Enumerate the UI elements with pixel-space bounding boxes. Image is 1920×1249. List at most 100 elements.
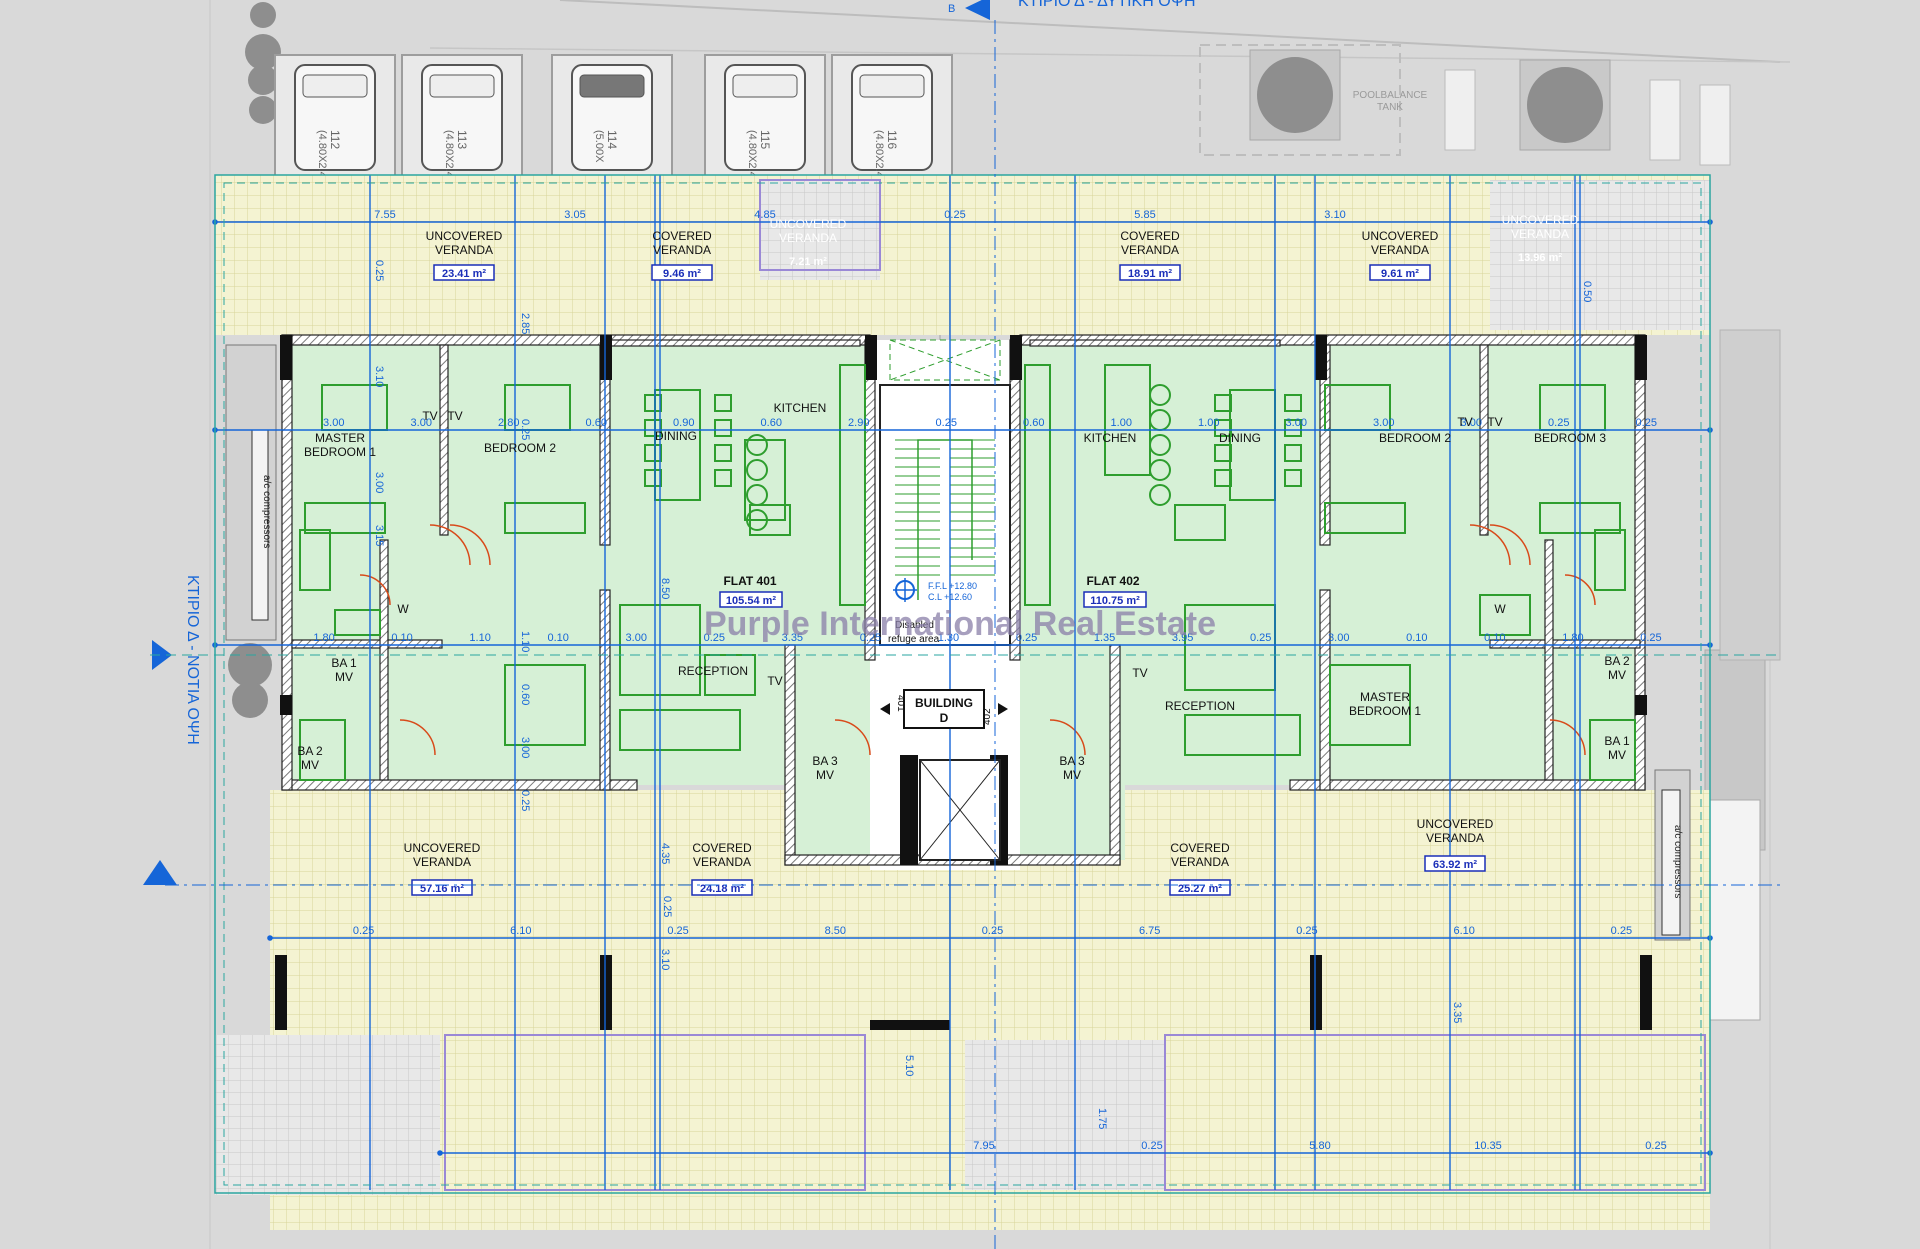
dim-label-top: 0.25	[944, 209, 965, 221]
dim-label-mid: 0.60	[586, 417, 607, 429]
dim-label-mid: 3.00	[323, 417, 344, 429]
parking-number: 115	[758, 130, 772, 149]
car-windshield	[859, 74, 925, 98]
dim-label-mid: 2.80	[498, 417, 519, 429]
dim-label-vertical: 3.35	[1451, 1002, 1463, 1023]
tv-label: TV	[447, 409, 462, 423]
dim-label-low: 6.10	[1453, 925, 1474, 937]
dim-label-bottom: 7.95	[973, 1140, 994, 1152]
dim-label-mid: 2.90	[848, 417, 869, 429]
dim-label-low: 0.25	[1296, 925, 1317, 937]
car-windshield	[302, 74, 368, 98]
veranda-area-top: 9.46 m²	[663, 268, 701, 280]
dim-label-mid: 3.00	[1373, 417, 1394, 429]
dim-label-reception: 0.10	[547, 632, 568, 644]
parking-size: (4.80X2.4	[443, 130, 455, 178]
dim-label-mid: 1.00	[1111, 417, 1132, 429]
tv-label: TV	[1457, 415, 1472, 429]
dim-label-mid: 0.60	[1023, 417, 1044, 429]
dim-label-vertical: 4.35	[659, 843, 671, 864]
veranda-type-bottom: COVERED VERANDA	[692, 841, 752, 869]
ac-label-right: a/c compressors	[1672, 825, 1683, 898]
dim-label-mid: 0.25	[1636, 417, 1657, 429]
room-label-flat402: BEDROOM 2	[1379, 431, 1451, 445]
veranda-area-top: 13.96 m²	[1518, 252, 1562, 264]
dim-label-vertical: 0.25	[519, 419, 531, 440]
dim-label-mid: 3.00	[1286, 417, 1307, 429]
dim-label-low: 6.75	[1139, 925, 1160, 937]
veranda-area-top: 7.21 m²	[789, 256, 827, 268]
dim-label-vertical: 1.75	[1096, 1108, 1108, 1129]
dim-label-reception: 1.80	[313, 632, 334, 644]
veranda-area-top: 23.41 m²	[442, 268, 486, 280]
dim-label-top: 3.10	[1324, 209, 1345, 221]
dim-label-mid: 0.60	[761, 417, 782, 429]
floor-plan: POOLBALANCE TANK 112(4.80X2.4 113(4.80X2.4…	[143, 0, 1791, 1249]
section-arrow-icon	[965, 0, 990, 20]
room-label-flat401: BEDROOM 2	[484, 441, 556, 455]
section-arrow-icon	[143, 860, 177, 885]
parking-size: (4.80X2.4	[316, 130, 328, 178]
parking-size: (5.00X	[593, 130, 605, 163]
building-label: BUILDING	[915, 696, 973, 710]
veranda-type-top: UNCOVERED VERANDA	[1502, 213, 1579, 241]
parking-size: (4.80X2.4	[873, 130, 885, 178]
level-cl: C.L +12.60	[928, 592, 972, 602]
dim-label-vertical: 0.25	[373, 260, 385, 281]
veranda-type-top: COVERED VERANDA	[652, 229, 712, 257]
parking-number: 113	[455, 130, 469, 149]
tv-label: TV	[1132, 666, 1147, 680]
watermark: Purple International Real Estate	[704, 605, 1216, 643]
flat-401-name: FLAT 401	[723, 574, 776, 588]
level-ffl: F.F.L +12.80	[928, 581, 977, 591]
dim-label-vertical: 0.50	[1581, 281, 1593, 302]
car-windshield	[732, 74, 798, 98]
parking-number: 116	[885, 130, 899, 149]
dim-label-low: 8.50	[825, 925, 846, 937]
room-label-flat402: KITCHEN	[1084, 431, 1137, 445]
dim-label-vertical: 0.25	[661, 896, 673, 917]
veranda-area-bottom: 63.92 m²	[1433, 859, 1477, 871]
building-no-right: 402	[982, 708, 993, 725]
parking-size: (4.80X2.4	[746, 130, 758, 178]
flat-402-name: FLAT 402	[1086, 574, 1139, 588]
dim-label-low: 0.25	[1611, 925, 1632, 937]
veranda-type-top: UNCOVERED VERANDA	[426, 229, 503, 257]
dim-label-reception: 0.10	[1406, 632, 1427, 644]
dim-label-reception: 0.10	[391, 632, 412, 644]
room-label-flat401: W	[397, 602, 409, 616]
building-no-left: 401	[895, 695, 906, 712]
room-label-flat402: RECEPTION	[1165, 699, 1235, 713]
veranda-type-top: UNCOVERED VERANDA	[1362, 229, 1439, 257]
dim-label-low: 0.25	[353, 925, 374, 937]
dim-label-mid: 0.25	[1548, 417, 1569, 429]
dim-label-vertical: 2.85	[519, 313, 531, 334]
veranda-area-top: 9.61 m²	[1381, 268, 1419, 280]
dim-label-mid: 0.90	[673, 417, 694, 429]
room-label-flat401: DINING	[655, 429, 697, 443]
veranda-type-top: COVERED VERANDA	[1120, 229, 1180, 257]
dim-label-reception: 0.10	[1484, 632, 1505, 644]
room-label-flat401: RECEPTION	[678, 664, 748, 678]
dim-label-low: 6.10	[510, 925, 531, 937]
dim-label-top: 7.55	[374, 209, 395, 221]
dim-label-vertical: 8.50	[659, 578, 671, 599]
dim-label-vertical: 0.60	[519, 684, 531, 705]
parking-area: 112(4.80X2.4 113(4.80X2.4 114(5.00X 115(4.8…	[274, 54, 953, 181]
tv-label: TV	[767, 674, 782, 688]
room-label-flat402: DINING	[1219, 431, 1261, 445]
dim-label-reception: 1.10	[469, 632, 490, 644]
dim-label-mid: 0.25	[936, 417, 957, 429]
left-marker-text: ΚΤΙΡΙΟ Δ - ΝΟΤΙΑ ΟΨΗ	[184, 575, 201, 745]
top-marker-letter: B	[948, 3, 955, 15]
tank-label: POOLBALANCE TANK	[1353, 90, 1428, 113]
dim-label-vertical: 3.00	[373, 472, 385, 493]
dim-label-top: 5.85	[1134, 209, 1155, 221]
room-label-flat402: BEDROOM 3	[1534, 431, 1606, 445]
dim-label-bottom: 0.25	[1645, 1140, 1666, 1152]
dim-label-vertical: 1.10	[519, 631, 531, 652]
veranda-type-bottom: COVERED VERANDA	[1170, 841, 1230, 869]
dim-label-vertical: 0.25	[519, 790, 531, 811]
veranda-type-bottom: UNCOVERED VERANDA	[404, 841, 481, 869]
dim-label-reception: 0.25	[1250, 632, 1271, 644]
